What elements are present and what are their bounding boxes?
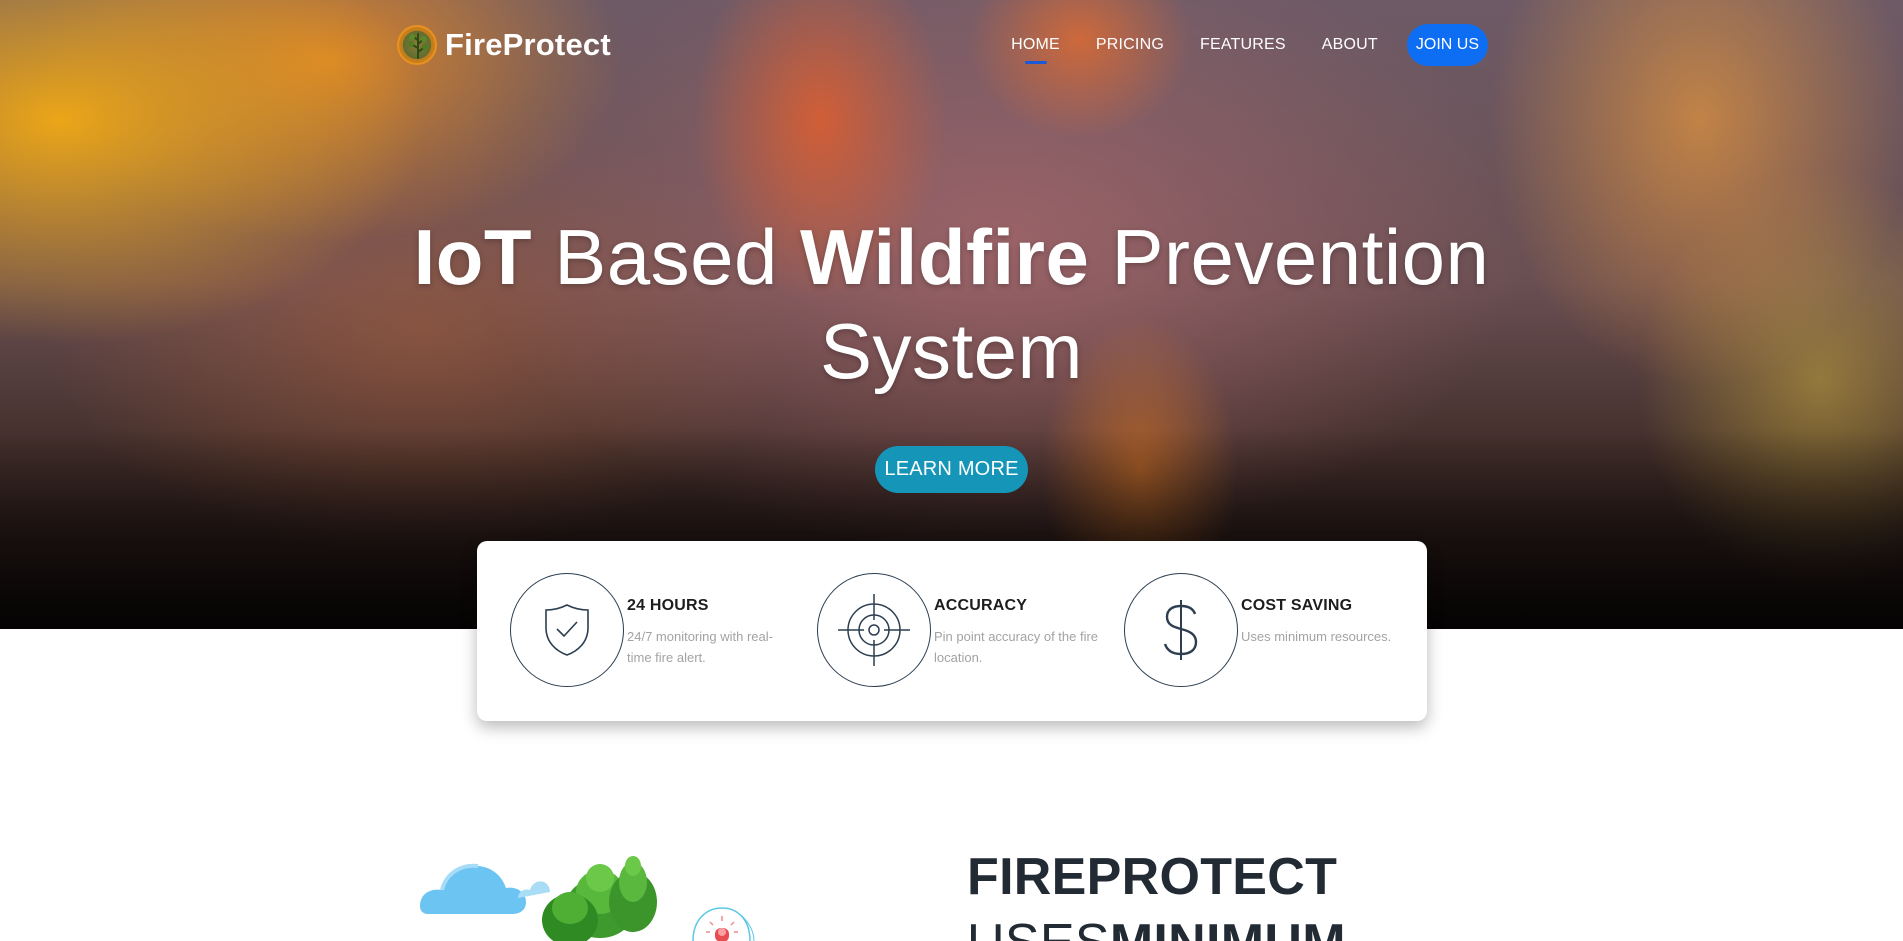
feature-desc: Pin point accuracy of the fire location.	[934, 629, 1099, 665]
section-title: FIREPROTECT USESMINIMUM	[967, 844, 1346, 941]
nav-about[interactable]: ABOUT	[1322, 36, 1378, 54]
feature-title: ACCURACY	[934, 597, 1028, 614]
section-title-line2-light: USES	[967, 914, 1110, 941]
top-navbar: FireProtect HOME PRICING FEATURES ABOUT …	[0, 0, 1903, 90]
hero-title-word-wildfire: Wildfire	[800, 213, 1090, 301]
hero-title-line2: System	[819, 307, 1084, 395]
hero-title-word-iot: IoT	[413, 213, 533, 301]
feature-cost-saving: COST SAVING Uses minimum resources.	[1124, 573, 1424, 689]
nav-features[interactable]: FEATURES	[1200, 36, 1286, 54]
learn-more-button[interactable]: LEARN MORE	[875, 446, 1028, 493]
feature-title: 24 HOURS	[627, 597, 709, 614]
nav-home[interactable]: HOME	[1011, 36, 1060, 64]
feature-desc: Uses minimum resources.	[1241, 629, 1392, 644]
features-card: 24 HOURS 24/7 monitoring with real-time …	[477, 541, 1427, 721]
feature-accuracy: ACCURACY Pin point accuracy of the fire …	[817, 573, 1117, 689]
dollar-icon	[1124, 573, 1238, 687]
feature-title: COST SAVING	[1241, 597, 1353, 614]
tree-icon	[397, 25, 437, 65]
hero-headline: IoT Based Wildfire Prevention System	[0, 210, 1903, 398]
crosshair-icon	[817, 573, 931, 687]
shield-check-icon	[510, 573, 624, 687]
hero-title-word-prevention: Prevention	[1111, 213, 1490, 301]
nav-links: HOME PRICING FEATURES ABOUT JOIN US	[975, 24, 1488, 66]
section-title-line1: FIREPROTECT	[967, 848, 1338, 906]
brand[interactable]: FireProtect	[397, 24, 611, 66]
feature-desc: 24/7 monitoring with real-time fire aler…	[627, 629, 773, 665]
brand-name: FireProtect	[445, 27, 611, 62]
feature-24-hours: 24 HOURS 24/7 monitoring with real-time …	[510, 573, 810, 689]
forest-illustration	[420, 836, 820, 941]
join-us-button[interactable]: JOIN US	[1406, 24, 1488, 66]
section-title-line2-bold: MINIMUM	[1110, 914, 1346, 941]
nav-pricing[interactable]: PRICING	[1096, 36, 1164, 54]
hero-title-word-based: Based	[554, 213, 778, 301]
hero-title-line1: IoT Based Wildfire Prevention	[0, 210, 1903, 304]
